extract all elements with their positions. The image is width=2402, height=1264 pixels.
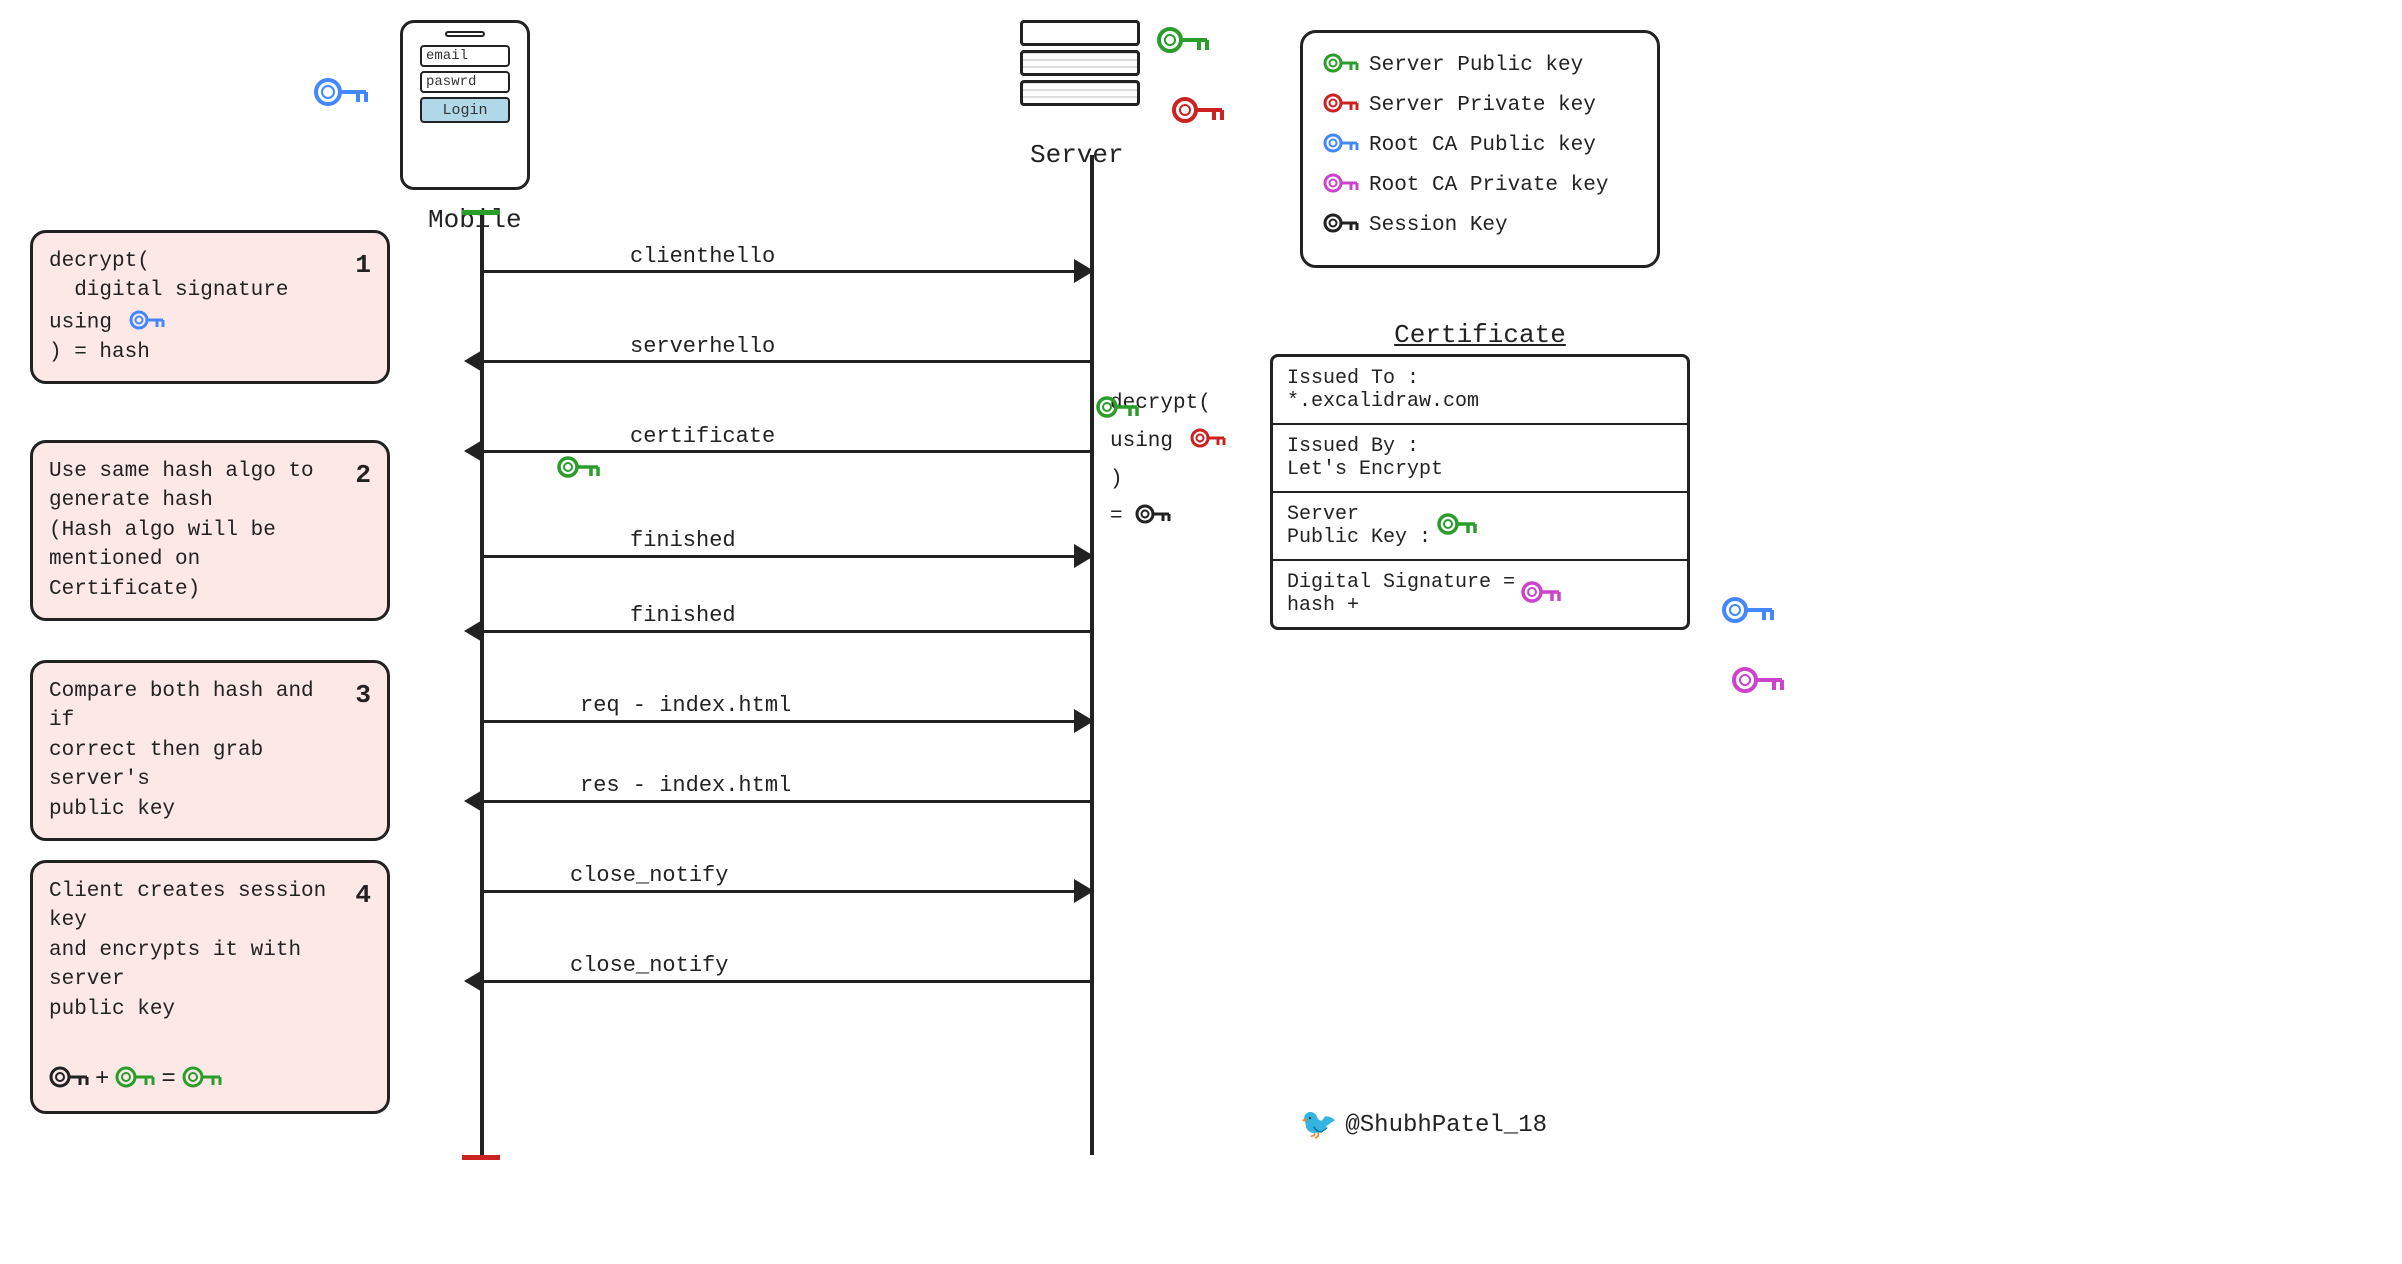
diagram-container: email paswrd Login Mobile Server <box>0 0 2402 1264</box>
label-close1: close_notify <box>570 863 728 888</box>
mobile-start-tick <box>462 210 500 215</box>
step-4-text: Client creates session keyand encrypts i… <box>49 880 326 1021</box>
label-clienthello: clienthello <box>630 244 775 269</box>
email-field: email <box>420 45 510 67</box>
cert-green-key-server <box>1095 390 1140 435</box>
step-1-text3: ) = hash <box>49 341 150 364</box>
legend-row-rootca-public: Root CA Public key <box>1323 129 1637 161</box>
arrow-res-line <box>484 800 1090 803</box>
cert-issued-to-text: Issued To :*.excalidraw.com <box>1287 367 1479 413</box>
mobile-device: email paswrd Login <box>400 20 530 190</box>
label-finished1: finished <box>630 528 736 553</box>
twitter-attribution: 🐦 @ShubhPatel_18 <box>1300 1107 1547 1144</box>
step-box-4: 4 Client creates session keyand encrypts… <box>30 860 390 1114</box>
arrow-close1-line <box>484 890 1090 893</box>
step-box-3: 3 Compare both hash and ifcorrect then g… <box>30 660 390 841</box>
blue-key-mobile-icon <box>310 70 370 125</box>
step-box-1: 1 decrypt( digital signature using ) = h… <box>30 230 390 384</box>
arrow-serverhello-line <box>484 360 1090 363</box>
step-3-number: 3 <box>355 677 371 713</box>
cert-server-public-key: ServerPublic Key : <box>1273 493 1687 561</box>
plus-sign: + <box>95 1063 109 1097</box>
arrow-serverhello-head <box>464 349 484 373</box>
legend-session-label: Session Key <box>1369 214 1508 237</box>
label-serverhello: serverhello <box>630 334 775 359</box>
legend-server-private-label: Server Private key <box>1369 94 1596 117</box>
arrow-clienthello-line <box>484 270 1090 273</box>
twitter-handle: @ShubhPatel_18 <box>1345 1112 1547 1139</box>
cert-green-key-client <box>556 450 601 495</box>
mobile-top-bar <box>445 31 485 37</box>
cert-spk-label: ServerPublic Key : <box>1287 503 1431 549</box>
step-3-text: Compare both hash and ifcorrect then gra… <box>49 680 314 821</box>
certificate-container: Certificate Issued To :*.excalidraw.com … <box>1270 320 1690 630</box>
arrow-finished2-head <box>464 619 484 643</box>
step-1-text1: decrypt( <box>49 250 150 273</box>
legend-row-server-public: Server Public key <box>1323 49 1637 81</box>
arrow-res-head <box>464 789 484 813</box>
step-4-number: 4 <box>355 877 371 913</box>
legend-server-public-label: Server Public key <box>1369 54 1583 77</box>
legend-box: Server Public key Server Private key Roo <box>1300 30 1660 268</box>
step-2-number: 2 <box>355 457 371 493</box>
arrow-certificate-head <box>464 439 484 463</box>
arrow-close2-head <box>464 969 484 993</box>
certificate-title: Certificate <box>1270 320 1690 350</box>
cert-ds-label: Digital Signature =hash + <box>1287 571 1515 617</box>
arrow-clienthello-head <box>1074 259 1094 283</box>
label-req: req - index.html <box>580 693 791 718</box>
label-certificate: certificate <box>630 424 775 449</box>
equals-sign: = <box>161 1063 175 1097</box>
arrow-req-line <box>484 720 1090 723</box>
mobile-end-tick <box>462 1155 500 1160</box>
magenta-key-cert-icon <box>1730 660 1785 713</box>
arrow-req-head <box>1074 709 1094 733</box>
server-green-key-icon <box>1155 20 1210 73</box>
legend-row-rootca-private: Root CA Private key <box>1323 169 1637 201</box>
cert-issued-to: Issued To :*.excalidraw.com <box>1273 357 1687 425</box>
step-1-number: 1 <box>355 247 371 283</box>
arrow-finished1-head <box>1074 544 1094 568</box>
arrow-close1-head <box>1074 879 1094 903</box>
arrow-close2-line <box>484 980 1090 983</box>
step-2-text: Use same hash algo togenerate hash(Hash … <box>49 460 314 601</box>
step-box-2: 2 Use same hash algo togenerate hash(Has… <box>30 440 390 621</box>
twitter-bird-icon: 🐦 <box>1300 1107 1337 1144</box>
server-label: Server <box>1030 140 1124 170</box>
decrypt-equals: = <box>1110 505 1135 528</box>
legend-rootca-public-label: Root CA Public key <box>1369 134 1596 157</box>
server-device <box>1020 20 1140 106</box>
cert-issued-by: Issued By :Let's Encrypt <box>1273 425 1687 493</box>
server-red-key-icon <box>1170 90 1225 143</box>
step-1-text2: digital signature using <box>49 279 288 334</box>
decrypt-paren: ) <box>1110 468 1123 491</box>
legend-rootca-private-label: Root CA Private key <box>1369 174 1608 197</box>
arrow-finished1-line <box>484 555 1090 558</box>
cert-issued-by-text: Issued By :Let's Encrypt <box>1287 435 1443 481</box>
login-button: Login <box>420 97 510 123</box>
certificate-box: Issued To :*.excalidraw.com Issued By :L… <box>1270 354 1690 630</box>
server-sequence-line <box>1090 155 1094 1155</box>
arrow-finished2-line <box>484 630 1090 633</box>
label-finished2: finished <box>630 603 736 628</box>
password-field: paswrd <box>420 71 510 93</box>
legend-row-session: Session Key <box>1323 209 1637 241</box>
legend-row-server-private: Server Private key <box>1323 89 1637 121</box>
label-close2: close_notify <box>570 953 728 978</box>
blue-key-cert-icon <box>1720 590 1775 643</box>
label-res: res - index.html <box>580 773 791 798</box>
cert-digital-signature: Digital Signature =hash + <box>1273 561 1687 627</box>
step-4-key-expr: + = <box>49 1061 371 1097</box>
